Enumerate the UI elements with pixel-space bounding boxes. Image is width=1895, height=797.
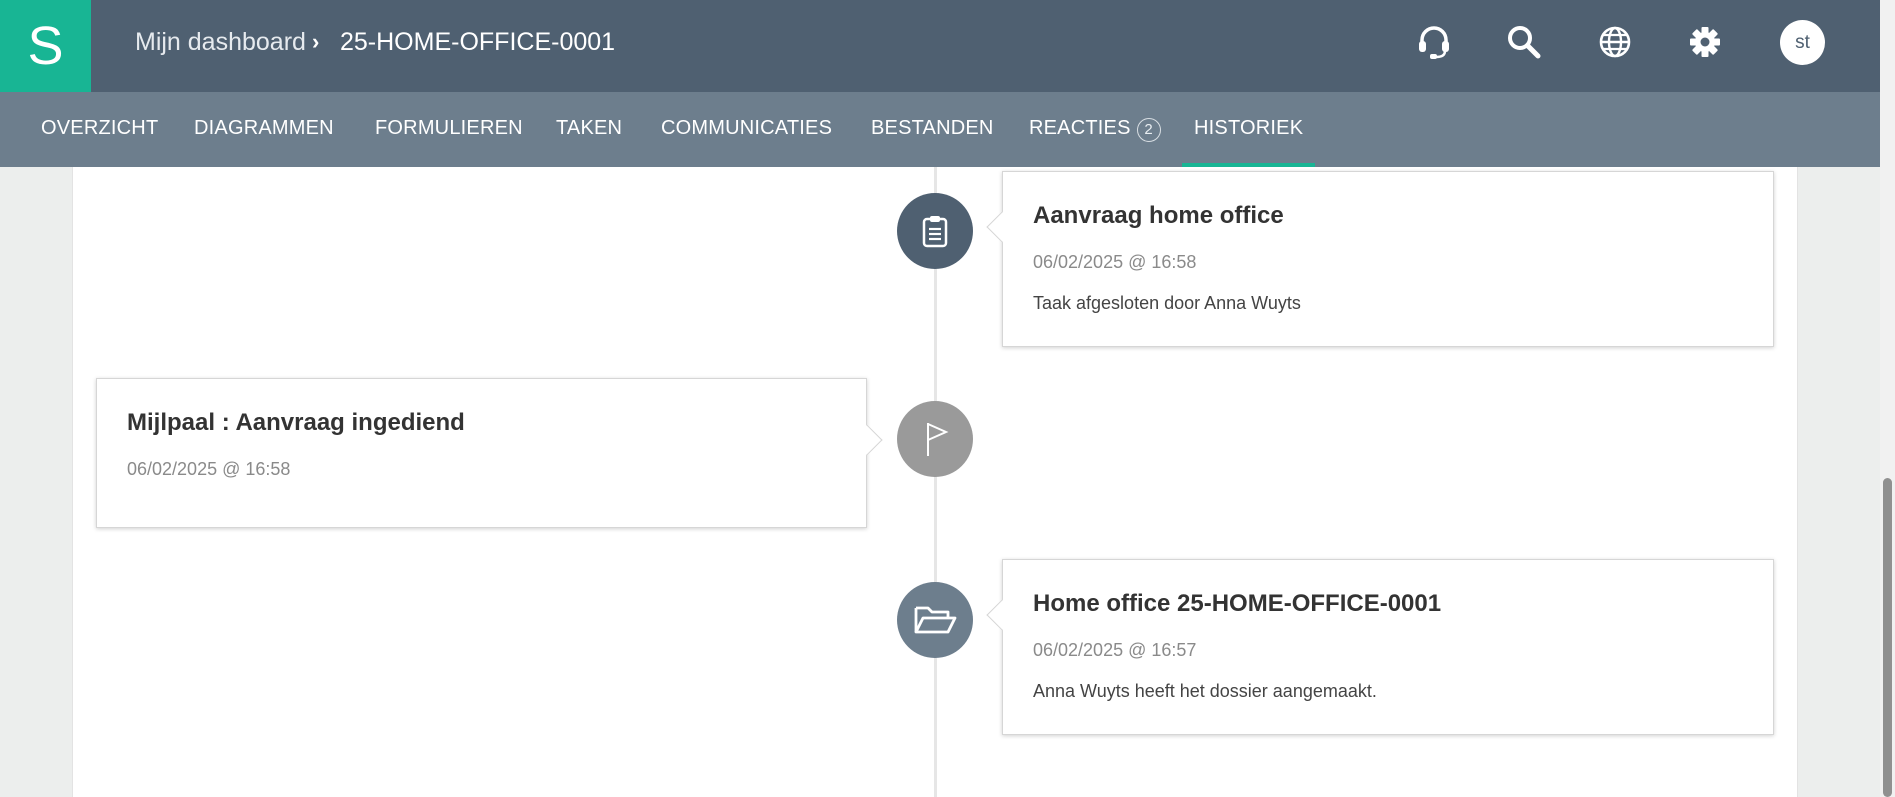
flag-icon <box>897 401 973 477</box>
event-title: Aanvraag home office <box>1033 202 1284 229</box>
user-avatar[interactable]: st <box>1780 20 1825 65</box>
event-title: Mijlpaal : Aanvraag ingediend <box>127 409 465 436</box>
tab-communicaties[interactable]: COMMUNICATIES <box>661 92 832 167</box>
breadcrumb-current: 25-HOME-OFFICE-0001 <box>340 28 616 56</box>
timeline-event-card[interactable]: Aanvraag home office 06/02/2025 @ 16:58 … <box>986 171 1774 347</box>
tab-historiek[interactable]: HISTORIEK <box>1181 92 1316 167</box>
app-logo[interactable]: S <box>0 0 91 92</box>
scrollbar-thumb[interactable] <box>1883 478 1892 797</box>
tab-taken[interactable]: TAKEN <box>556 92 622 167</box>
breadcrumb-home[interactable]: Mijn dashboard <box>135 0 306 84</box>
globe-icon[interactable] <box>1594 20 1636 64</box>
tab-bar: OVERZICHT DIAGRAMMEN FORMULIEREN TAKEN C… <box>0 92 1880 167</box>
clipboard-icon <box>897 193 973 269</box>
event-description: Anna Wuyts heeft het dossier aangemaakt. <box>1033 681 1377 701</box>
headset-icon[interactable] <box>1413 20 1455 64</box>
tab-bestanden[interactable]: BESTANDEN <box>871 92 994 167</box>
tab-overzicht[interactable]: OVERZICHT <box>41 92 158 167</box>
event-description: Taak afgesloten door Anna Wuyts <box>1033 293 1301 313</box>
folder-open-icon <box>897 582 973 658</box>
timeline-event-card[interactable]: Home office 25-HOME-OFFICE-0001 06/02/20… <box>986 559 1774 735</box>
event-timestamp: 06/02/2025 @ 16:57 <box>1033 640 1197 660</box>
tab-reacties-label: REACTIES <box>1029 117 1131 139</box>
tab-diagrammen[interactable]: DIAGRAMMEN <box>194 92 334 167</box>
event-timestamp: 06/02/2025 @ 16:58 <box>1033 252 1197 272</box>
search-icon[interactable] <box>1503 20 1545 64</box>
top-header: S Mijn dashboard › 25-HOME-OFFICE-0001 s… <box>0 0 1880 92</box>
tab-formulieren[interactable]: FORMULIEREN <box>375 92 523 167</box>
tab-reacties[interactable]: REACTIES 2 <box>1029 92 1161 167</box>
breadcrumb-separator: › <box>312 29 320 54</box>
reacties-count-badge: 2 <box>1136 118 1161 142</box>
event-timestamp: 06/02/2025 @ 16:58 <box>127 459 291 479</box>
event-title: Home office 25-HOME-OFFICE-0001 <box>1033 590 1442 617</box>
gear-icon[interactable] <box>1684 20 1726 64</box>
timeline-event-card[interactable]: Mijlpaal : Aanvraag ingediend 06/02/2025… <box>96 378 883 528</box>
